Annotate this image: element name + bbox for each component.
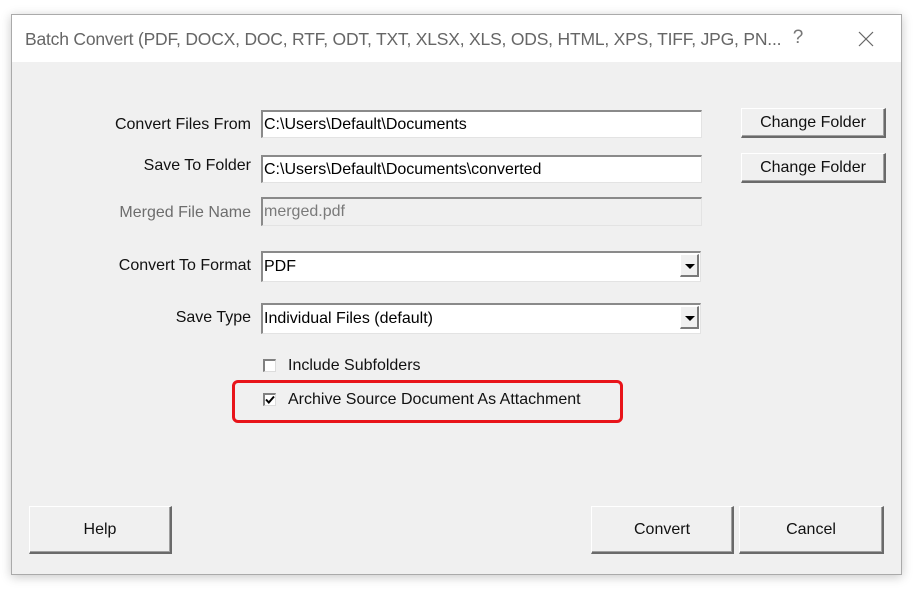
archive-source-label[interactable]: Archive Source Document As Attachment	[288, 391, 581, 409]
dialog-title: Batch Convert (PDF, DOCX, DOC, RTF, ODT,…	[25, 29, 782, 49]
convert-button[interactable]: Convert	[591, 506, 734, 554]
batch-convert-dialog: Batch Convert (PDF, DOCX, DOC, RTF, ODT,…	[11, 14, 902, 575]
include-subfolders-label[interactable]: Include Subfolders	[288, 357, 421, 375]
checkmark-icon	[265, 395, 275, 404]
change-source-folder-button[interactable]: Change Folder	[741, 108, 886, 138]
dropdown-arrow-icon[interactable]	[680, 306, 699, 329]
convert-from-label: Convert Files From	[114, 116, 251, 133]
title-bar: Batch Convert (PDF, DOCX, DOC, RTF, ODT,…	[12, 15, 901, 62]
cancel-button[interactable]: Cancel	[739, 506, 884, 554]
include-subfolders-checkbox[interactable]	[263, 359, 276, 372]
dropdown-arrow-icon[interactable]	[680, 254, 699, 277]
archive-source-checkbox[interactable]	[263, 393, 276, 406]
close-icon	[858, 31, 874, 47]
convert-format-select[interactable]: PDF	[261, 251, 701, 282]
convert-from-input[interactable]: C:\Users\Default\Documents	[261, 110, 702, 138]
change-destination-folder-button[interactable]: Change Folder	[741, 153, 886, 183]
merged-file-name-input: merged.pdf	[261, 197, 702, 226]
save-type-value: Individual Files (default)	[264, 310, 433, 327]
save-to-input[interactable]: C:\Users\Default\Documents\converted	[261, 155, 702, 183]
convert-format-label: Convert To Format	[118, 257, 251, 274]
save-type-label: Save Type	[175, 309, 251, 326]
save-to-label: Save To Folder	[143, 157, 251, 174]
close-button[interactable]	[854, 27, 878, 51]
save-type-select[interactable]: Individual Files (default)	[261, 303, 701, 334]
help-button[interactable]: Help	[29, 506, 172, 554]
convert-format-value: PDF	[264, 258, 296, 275]
merged-file-name-label: Merged File Name	[119, 204, 251, 221]
help-title-button[interactable]: ?	[788, 27, 808, 51]
